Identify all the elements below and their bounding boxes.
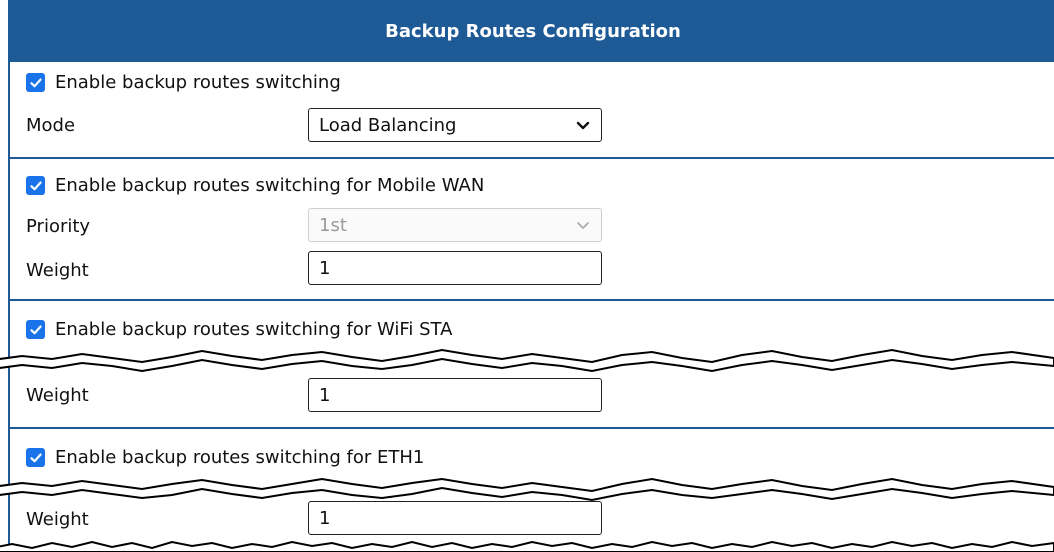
enable-eth1-checkbox[interactable] bbox=[26, 448, 45, 467]
torn-edge-divider bbox=[0, 477, 1054, 502]
enable-wifi-sta-row[interactable]: Enable backup routes switching for WiFi … bbox=[26, 319, 452, 340]
eth1-weight-input[interactable]: 1 bbox=[308, 501, 602, 535]
enable-wifi-sta-checkbox[interactable] bbox=[26, 320, 45, 339]
wifi-sta-weight-label: Weight bbox=[26, 385, 89, 406]
panel-title: Backup Routes Configuration bbox=[385, 20, 681, 42]
mode-label: Mode bbox=[26, 115, 76, 136]
mode-select-value: Load Balancing bbox=[319, 114, 457, 136]
mobile-wan-weight-label: Weight bbox=[26, 260, 89, 281]
mobile-wan-weight-value: 1 bbox=[319, 257, 331, 279]
mode-select[interactable]: Load Balancing bbox=[308, 108, 602, 142]
enable-eth1-row[interactable]: Enable backup routes switching for ETH1 bbox=[26, 447, 424, 468]
enable-mobile-wan-checkbox[interactable] bbox=[26, 176, 45, 195]
wifi-sta-weight-value: 1 bbox=[319, 384, 331, 406]
eth1-weight-label: Weight bbox=[26, 509, 89, 530]
enable-mobile-wan-row[interactable]: Enable backup routes switching for Mobil… bbox=[26, 175, 484, 196]
eth1-weight-value: 1 bbox=[319, 507, 331, 529]
mobile-wan-weight-input[interactable]: 1 bbox=[308, 251, 602, 285]
enable-backup-routes-row[interactable]: Enable backup routes switching bbox=[26, 72, 341, 93]
section-divider bbox=[10, 427, 1054, 429]
section-divider bbox=[10, 299, 1054, 301]
enable-mobile-wan-label: Enable backup routes switching for Mobil… bbox=[55, 175, 485, 196]
checkmark-icon bbox=[29, 453, 42, 462]
chevron-down-icon bbox=[577, 222, 589, 229]
section-divider bbox=[10, 157, 1054, 159]
chevron-down-icon bbox=[576, 121, 590, 130]
wifi-sta-weight-input[interactable]: 1 bbox=[308, 378, 602, 412]
priority-select: 1st bbox=[308, 208, 602, 242]
checkmark-icon bbox=[29, 181, 42, 190]
torn-edge-divider bbox=[0, 348, 1054, 373]
enable-eth1-label: Enable backup routes switching for ETH1 bbox=[55, 447, 425, 468]
enable-backup-routes-label: Enable backup routes switching bbox=[55, 72, 341, 93]
enable-wifi-sta-label: Enable backup routes switching for WiFi … bbox=[55, 319, 453, 340]
priority-label: Priority bbox=[26, 216, 91, 237]
checkmark-icon bbox=[29, 325, 42, 334]
checkmark-icon bbox=[29, 78, 42, 87]
priority-select-value: 1st bbox=[319, 214, 347, 236]
enable-backup-routes-checkbox[interactable] bbox=[26, 73, 45, 92]
panel-header: Backup Routes Configuration bbox=[10, 0, 1054, 62]
